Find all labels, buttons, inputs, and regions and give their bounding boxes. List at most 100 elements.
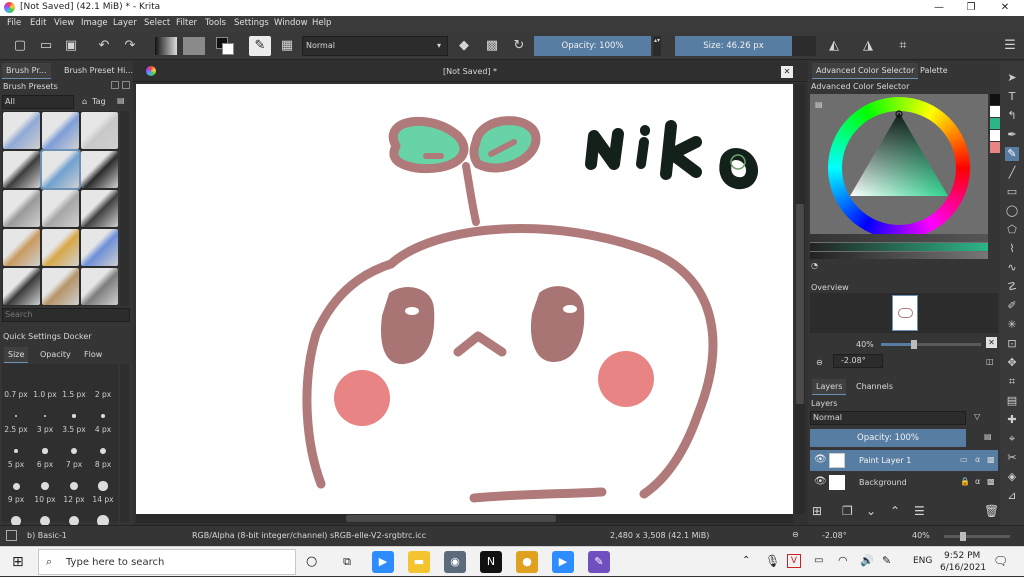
undo-icon[interactable]: ↶ bbox=[96, 38, 112, 54]
tab-advanced-color-selector[interactable]: Advanced Color Selector bbox=[812, 63, 919, 79]
brush-grid-scrollbar[interactable] bbox=[120, 111, 129, 306]
size-preset-dot[interactable] bbox=[12, 482, 20, 490]
size-preset-label[interactable]: 5 px bbox=[2, 460, 30, 469]
language-indicator[interactable]: ENG bbox=[913, 556, 932, 566]
vivaldi-tray-icon[interactable]: V bbox=[787, 554, 801, 568]
delete-layer-icon[interactable]: 🗑 bbox=[984, 504, 999, 518]
inherit-alpha-icon[interactable]: ▩ bbox=[987, 477, 995, 486]
menu-tools[interactable]: Tools bbox=[205, 18, 226, 28]
size-preset-dot[interactable] bbox=[13, 448, 19, 454]
opacity-spin-icon[interactable]: ▴▾ bbox=[653, 36, 661, 56]
ellipse-tool-icon[interactable]: ◯ bbox=[1005, 204, 1019, 218]
pen-workspace-icon[interactable]: ✎ bbox=[882, 554, 891, 567]
bezier-tool-icon[interactable]: ∿ bbox=[1005, 261, 1019, 275]
tab-flow[interactable]: Flow bbox=[80, 347, 106, 363]
size-slider-track[interactable] bbox=[792, 36, 816, 56]
lock-icon[interactable]: ▭ bbox=[960, 455, 968, 464]
polyline-tool-icon[interactable]: ⌇ bbox=[1005, 242, 1019, 256]
brush-preset-tile[interactable] bbox=[3, 190, 40, 227]
menu-edit[interactable]: Edit bbox=[30, 18, 46, 28]
size-preset-dot[interactable] bbox=[69, 481, 79, 491]
overview-zoom-slider[interactable] bbox=[881, 340, 981, 349]
size-preset-label[interactable]: 10 px bbox=[31, 495, 59, 504]
alpha-lock-icon[interactable]: α bbox=[975, 455, 980, 464]
brush-preview-icon[interactable] bbox=[6, 530, 17, 541]
inherit-alpha-icon[interactable]: ▩ bbox=[987, 455, 995, 464]
taskbar-app-zoom-meetings[interactable]: ▶ bbox=[372, 551, 394, 573]
menu-view[interactable]: View bbox=[54, 18, 74, 28]
brush-preset-tile[interactable] bbox=[42, 268, 79, 305]
menu-layer[interactable]: Layer bbox=[113, 18, 137, 28]
calligraphy-icon[interactable]: ✒ bbox=[1005, 128, 1019, 142]
move-tool-icon[interactable]: ✥ bbox=[1005, 356, 1019, 370]
notification-center-icon[interactable]: 🗨 bbox=[993, 554, 1008, 568]
size-preset-label[interactable]: 4 px bbox=[89, 425, 117, 434]
size-preset-dot[interactable] bbox=[72, 414, 76, 418]
redo-icon[interactable]: ↷ bbox=[122, 38, 138, 54]
view-options-icon[interactable]: ▤ bbox=[117, 96, 125, 105]
brush-search-input[interactable]: Search bbox=[2, 308, 130, 322]
tab-layers[interactable]: Layers bbox=[812, 379, 847, 395]
size-preset-label[interactable]: 2.5 px bbox=[2, 425, 30, 434]
taskbar-app-netflix[interactable]: N bbox=[480, 551, 502, 573]
crop-tool-icon[interactable]: ⌗ bbox=[1005, 375, 1019, 389]
gradient-tool-icon[interactable]: ▤ bbox=[1005, 394, 1019, 408]
taskbar-app-camera[interactable]: ◉ bbox=[444, 551, 466, 573]
brush-preset-tile[interactable] bbox=[3, 268, 40, 305]
tab-opacity[interactable]: Opacity bbox=[36, 347, 75, 363]
menu-image[interactable]: Image bbox=[81, 18, 108, 28]
minimize-button[interactable]: — bbox=[924, 0, 954, 16]
preserve-alpha-icon[interactable]: ▩ bbox=[484, 38, 500, 54]
taskbar-search-box[interactable]: ⌕ Type here to search bbox=[38, 549, 296, 575]
menu-settings[interactable]: Settings bbox=[234, 18, 269, 28]
rotation-input[interactable]: -2.08° bbox=[833, 354, 883, 368]
taskbar-date[interactable]: 6/16/2021 bbox=[940, 563, 986, 573]
dynamic-brush-icon[interactable]: ✐ bbox=[1005, 299, 1019, 313]
zoom-fit-icon[interactable]: ✕ bbox=[986, 337, 997, 348]
windows-start-icon[interactable]: ⊞ bbox=[12, 554, 24, 570]
brush-preset-tile[interactable] bbox=[42, 190, 79, 227]
add-layer-icon[interactable]: ⊞ bbox=[812, 504, 822, 518]
colorize-mask-icon[interactable]: ⌖ bbox=[1005, 432, 1019, 446]
size-preset-dot[interactable] bbox=[100, 413, 106, 419]
brush-preset-tile[interactable] bbox=[81, 229, 118, 266]
color-swatch[interactable] bbox=[990, 94, 1000, 105]
tab-brush-presets[interactable]: Brush Pr... bbox=[2, 63, 51, 79]
color-swatch[interactable] bbox=[990, 106, 1000, 117]
size-grid-scrollbar[interactable] bbox=[120, 364, 129, 522]
brush-preset-tile[interactable] bbox=[81, 112, 118, 149]
size-preset-label[interactable]: 0.7 px bbox=[2, 390, 30, 399]
size-preset-label[interactable]: 6 px bbox=[31, 460, 59, 469]
select-shapes-icon[interactable]: ➤ bbox=[1005, 71, 1019, 85]
size-preset-dot[interactable] bbox=[15, 415, 17, 417]
tab-palette[interactable]: Palette bbox=[916, 63, 952, 79]
layer-row-paint-layer-1[interactable]: 👁 Paint Layer 1 ▭ α ▩ bbox=[810, 450, 998, 471]
size-preset-label[interactable]: 2 px bbox=[89, 390, 117, 399]
taskbar-app-zoom[interactable]: ▶ bbox=[552, 551, 574, 573]
layer-properties-icon[interactable]: ▤ bbox=[984, 432, 992, 441]
color-swatch[interactable] bbox=[990, 142, 1000, 153]
visibility-eye-icon[interactable]: 👁 bbox=[814, 454, 827, 465]
cortana-icon[interactable]: ○ bbox=[306, 554, 317, 569]
taskbar-app-task-view[interactable]: ⧉ bbox=[336, 551, 358, 573]
tag-filter-select[interactable]: All bbox=[2, 95, 74, 109]
size-slider[interactable]: Size: 46.26 px bbox=[675, 36, 792, 56]
move-layer-up-icon[interactable]: ⌃ bbox=[890, 504, 900, 518]
open-document-icon[interactable]: ▭ bbox=[38, 38, 54, 54]
assistant-tool-icon[interactable]: ⊿ bbox=[1005, 489, 1019, 503]
size-preset-dot[interactable] bbox=[42, 448, 48, 454]
brush-preset-tile[interactable] bbox=[42, 112, 79, 149]
brush-preset-tile[interactable] bbox=[3, 112, 40, 149]
freehand-path-icon[interactable]: ☡ bbox=[1005, 280, 1019, 294]
menu-file[interactable]: File bbox=[7, 18, 21, 28]
wifi-icon[interactable]: ◠ bbox=[838, 554, 848, 567]
size-preset-label[interactable]: 8 px bbox=[89, 460, 117, 469]
size-preset-dot[interactable] bbox=[99, 447, 107, 455]
menu-select[interactable]: Select bbox=[144, 18, 170, 28]
brush-preset-icon[interactable]: ✎ bbox=[249, 36, 271, 56]
menu-filter[interactable]: Filter bbox=[176, 18, 197, 28]
battery-icon[interactable]: ▭ bbox=[814, 555, 823, 566]
brush-preset-tile[interactable] bbox=[81, 151, 118, 188]
docker-menu-icon[interactable]: ☰ bbox=[1002, 38, 1018, 54]
alpha-lock-icon[interactable]: α bbox=[975, 477, 980, 486]
